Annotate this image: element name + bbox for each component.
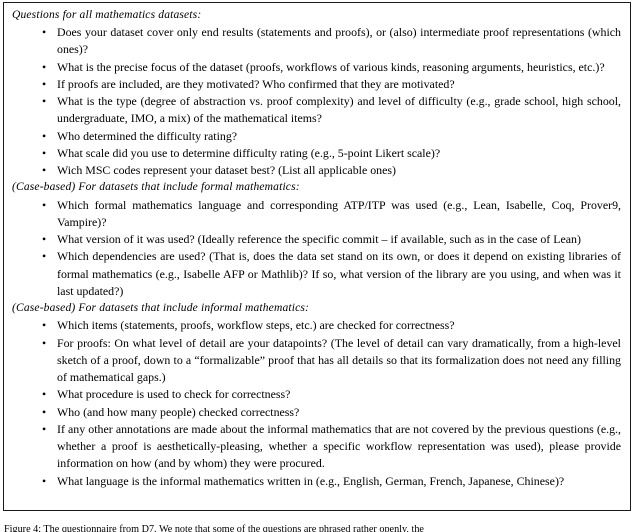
question-text: What scale did you use to determine diff…	[57, 145, 441, 160]
list-item: • If proofs are included, are they motiv…	[11, 76, 623, 93]
list-item: • What is the type (degree of abstractio…	[11, 93, 623, 128]
list-item: • If any other annotations are made abou…	[11, 421, 623, 473]
figure-caption: Figure 4: The questionnaire from D7. We …	[4, 523, 636, 532]
question-text: Which formal mathematics language and co…	[57, 197, 621, 229]
bullet-icon: •	[42, 387, 47, 402]
list-item: • What language is the informal mathemat…	[11, 473, 623, 490]
list-item: • Who determined the difficulty rating?	[11, 128, 623, 145]
bullet-icon: •	[42, 163, 47, 178]
list-item: • Which formal mathematics language and …	[11, 197, 623, 232]
list-item: • Which items (statements, proofs, workf…	[11, 317, 623, 334]
list-item: • For proofs: On what level of detail ar…	[11, 335, 623, 387]
question-text: What is the type (degree of abstraction …	[57, 94, 621, 126]
question-text: If proofs are included, are they motivat…	[57, 76, 455, 91]
section-heading-informal-mathematics: (Case-based) For datasets that include i…	[12, 302, 309, 315]
list-item: • What scale did you use to determine di…	[11, 145, 623, 162]
list-item: • Which dependencies are used? (That is,…	[11, 248, 623, 300]
bullet-icon: •	[42, 128, 47, 143]
figure-page: Questions for all mathematics datasets: …	[0, 0, 640, 532]
question-text: Who determined the difficulty rating?	[57, 128, 238, 143]
question-list-formal-mathematics: • Which formal mathematics language and …	[11, 197, 623, 301]
bullet-icon: •	[42, 404, 47, 419]
question-text: What language is the informal mathematic…	[57, 473, 565, 488]
framed-question-box: Questions for all mathematics datasets: …	[3, 2, 631, 511]
question-list-all-mathematics-datasets: • Does your dataset cover only end resul…	[11, 24, 623, 179]
bullet-icon: •	[42, 249, 47, 264]
section-heading-formal-mathematics: (Case-based) For datasets that include f…	[12, 181, 300, 194]
bullet-icon: •	[42, 232, 47, 247]
bullet-icon: •	[42, 76, 47, 91]
question-text: If any other annotations are made about …	[57, 421, 621, 471]
bullet-icon: •	[42, 421, 47, 436]
bullet-icon: •	[42, 318, 47, 333]
list-item: • Who (and how many people) checked corr…	[11, 404, 623, 421]
bullet-icon: •	[42, 59, 47, 74]
list-item: • Wich MSC codes represent your dataset …	[11, 162, 623, 179]
bullet-icon: •	[42, 94, 47, 109]
bullet-icon: •	[42, 473, 47, 488]
question-text: Does your dataset cover only end results…	[57, 25, 621, 57]
question-text: What version of it was used? (Ideally re…	[57, 232, 581, 247]
question-text: Who (and how many people) checked correc…	[57, 404, 300, 419]
bullet-icon: •	[42, 335, 47, 350]
list-item: • What procedure is used to check for co…	[11, 386, 623, 403]
list-item: • What is the precise focus of the datas…	[11, 59, 623, 76]
bullet-icon: •	[42, 25, 47, 40]
question-text: Which dependencies are used? (That is, d…	[57, 249, 621, 298]
question-text: Which items (statements, proofs, workflo…	[57, 318, 455, 333]
question-text: For proofs: On what level of detail are …	[57, 335, 621, 385]
figure-caption-text: Figure 4: The questionnaire from D7. We …	[4, 524, 424, 532]
question-text: What procedure is used to check for corr…	[57, 387, 291, 402]
bullet-icon: •	[42, 145, 47, 160]
question-text: Wich MSC codes represent your dataset be…	[57, 163, 396, 178]
question-text: What is the precise focus of the dataset…	[57, 59, 605, 74]
section-heading-all-mathematics-datasets: Questions for all mathematics datasets:	[12, 9, 202, 21]
question-list-informal-mathematics: • Which items (statements, proofs, workf…	[11, 317, 623, 490]
bullet-icon: •	[42, 197, 47, 212]
list-item: • Does your dataset cover only end resul…	[11, 24, 623, 59]
list-item: • What version of it was used? (Ideally …	[11, 231, 623, 248]
